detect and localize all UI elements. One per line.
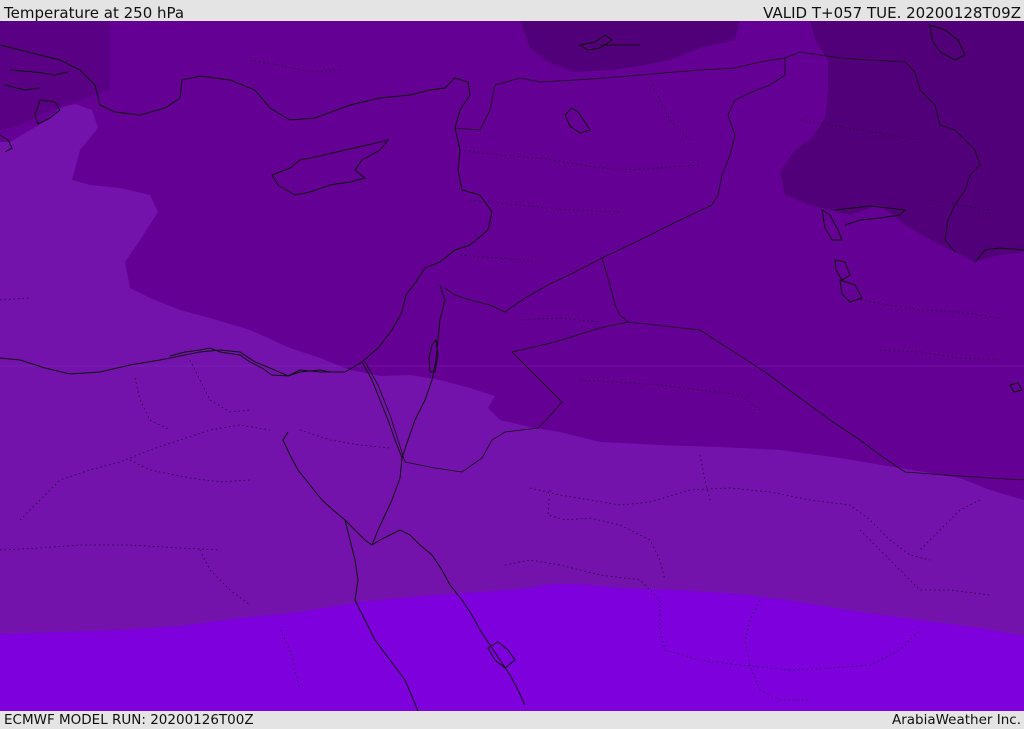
header-bar: Temperature at 250 hPa VALID T+057 TUE. … (0, 0, 1024, 22)
map-canvas (0, 21, 1024, 711)
provider-label: ArabiaWeather Inc. (891, 712, 1021, 728)
model-run-label: ECMWF MODEL RUN: 20200126T00Z (4, 712, 254, 728)
temperature-map (0, 21, 1024, 711)
footer-bar: ECMWF MODEL RUN: 20200126T00Z ArabiaWeat… (0, 711, 1024, 729)
